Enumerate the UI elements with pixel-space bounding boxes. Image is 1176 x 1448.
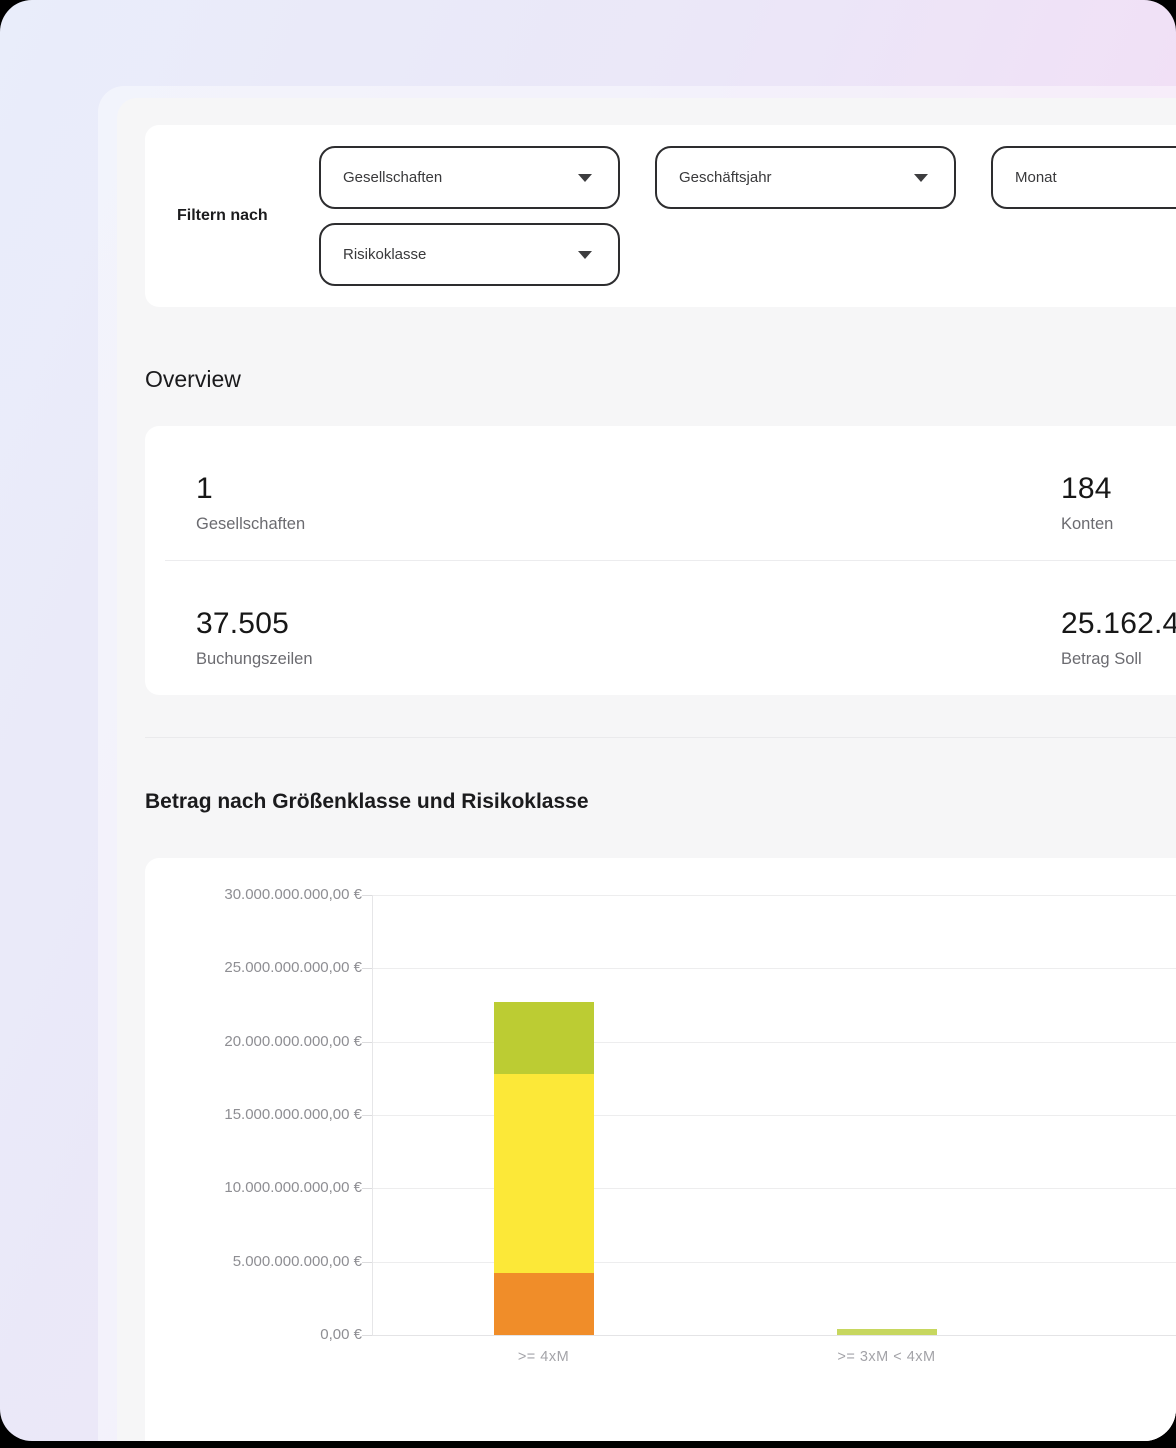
- chevron-down-icon: [578, 251, 592, 259]
- stat-gesellschaften: 1 Gesellschaften: [196, 472, 1061, 534]
- gridline: [372, 895, 1176, 896]
- dropdown-geschaeftsjahr[interactable]: Geschäftsjahr: [655, 146, 956, 209]
- stat-row-1: 1 Gesellschaften 184 Konten: [145, 426, 1176, 560]
- axis-tick: [362, 1335, 372, 1336]
- chevron-down-icon: [914, 174, 928, 182]
- dropdown-monat-label: Monat: [1015, 169, 1057, 186]
- y-axis-label: 30.000.000.000,00 €: [157, 885, 362, 905]
- y-axis-label: 0,00 €: [157, 1325, 362, 1345]
- outer-panel: Filtern nach Gesellschaften Geschäftsjah…: [98, 86, 1176, 1441]
- stat-label: Konten: [1061, 515, 1176, 534]
- chart-plot: 30.000.000.000,00 € 25.000.000.000,00 € 20…: [145, 858, 1176, 1441]
- filter-row-1: Gesellschaften Geschäftsjahr Monat: [319, 146, 1176, 209]
- x-axis-label: >= 3xM < 4xM: [757, 1349, 1017, 1365]
- dropdown-gesellschaften[interactable]: Gesellschaften: [319, 146, 620, 209]
- stat-value: 37.505: [196, 607, 1061, 641]
- axis-tick: [362, 968, 372, 969]
- filter-card: Filtern nach Gesellschaften Geschäftsjah…: [145, 125, 1176, 307]
- axis-tick: [362, 1262, 372, 1263]
- y-axis-label: 10.000.000.000,00 €: [157, 1178, 362, 1198]
- y-axis-label: 15.000.000.000,00 €: [157, 1105, 362, 1125]
- app-window: Filtern nach Gesellschaften Geschäftsjah…: [0, 0, 1176, 1441]
- dropdown-gesellschaften-label: Gesellschaften: [343, 169, 442, 186]
- stat-value: 184: [1061, 472, 1176, 506]
- stat-row-2: 37.505 Buchungszeilen 25.162.4 Betrag So…: [145, 561, 1176, 695]
- chart-card: 30.000.000.000,00 € 25.000.000.000,00 € 20…: [145, 858, 1176, 1441]
- content-panel: Filtern nach Gesellschaften Geschäftsjah…: [117, 98, 1176, 1441]
- stat-value: 1: [196, 472, 1061, 506]
- gridline: [372, 968, 1176, 969]
- axis-tick: [362, 1042, 372, 1043]
- filter-row-2: Risikoklasse: [319, 223, 1176, 286]
- filter-rows: Gesellschaften Geschäftsjahr Monat: [319, 146, 1176, 286]
- bar-segment-olive[interactable]: [494, 1002, 594, 1074]
- filter-label: Filtern nach: [177, 207, 319, 225]
- dropdown-geschaeftsjahr-label: Geschäftsjahr: [679, 169, 772, 186]
- axis-tick: [362, 895, 372, 896]
- stat-label: Buchungszeilen: [196, 650, 1061, 669]
- stat-betrag-soll: 25.162.4 Betrag Soll: [1061, 607, 1176, 669]
- chevron-down-icon: [578, 174, 592, 182]
- bar-segment-orange[interactable]: [494, 1273, 594, 1335]
- y-axis-label: 5.000.000.000,00 €: [157, 1252, 362, 1272]
- gridline: [372, 1335, 1176, 1336]
- stat-label: Betrag Soll: [1061, 650, 1176, 669]
- y-axis-line: [372, 895, 373, 1335]
- overview-card: 1 Gesellschaften 184 Konten 37.505 Buchu…: [145, 426, 1176, 695]
- y-axis-label: 20.000.000.000,00 €: [157, 1032, 362, 1052]
- section-separator: [145, 737, 1176, 738]
- y-axis-label: 25.000.000.000,00 €: [157, 958, 362, 978]
- x-axis-label: >= 4xM: [414, 1349, 674, 1365]
- chart-section-title: Betrag nach Größenklasse und Risikoklass…: [145, 786, 1176, 818]
- screenshot-root: { "filter": { "label": "Filtern nach", "…: [0, 0, 1176, 1448]
- bar-segment-light-green[interactable]: [837, 1329, 937, 1335]
- dropdown-risikoklasse[interactable]: Risikoklasse: [319, 223, 620, 286]
- axis-tick: [362, 1188, 372, 1189]
- bar-segment-yellow[interactable]: [494, 1074, 594, 1273]
- dropdown-risikoklasse-label: Risikoklasse: [343, 246, 426, 263]
- stat-buchungszeilen: 37.505 Buchungszeilen: [196, 607, 1061, 669]
- stat-value: 25.162.4: [1061, 607, 1176, 641]
- overview-heading: Overview: [145, 364, 1176, 394]
- axis-tick: [362, 1115, 372, 1116]
- stat-konten: 184 Konten: [1061, 472, 1176, 534]
- stat-label: Gesellschaften: [196, 515, 1061, 534]
- dropdown-monat[interactable]: Monat: [991, 146, 1176, 209]
